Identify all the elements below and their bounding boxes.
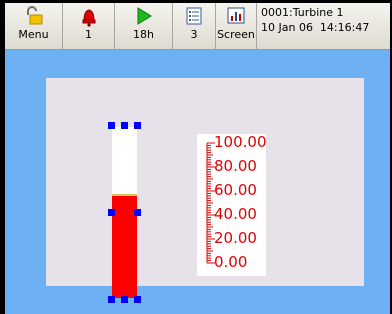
scale: 100.00 80.00 60.00 40.00 20.00 0.00 — [197, 133, 267, 276]
list-icon — [185, 3, 203, 29]
pages-button[interactable]: 3 — [173, 3, 216, 49]
selection-handle[interactable] — [121, 122, 128, 129]
date-time: 10 Jan 06 14:16:47 — [261, 21, 370, 34]
scale-label: 60.00 — [214, 181, 257, 199]
scale-label: 20.00 — [214, 229, 257, 247]
screen-label: Screen — [217, 28, 255, 41]
selection-handle[interactable] — [108, 209, 115, 216]
main-display: 100.00 80.00 60.00 40.00 20.00 0.00 — [5, 50, 390, 314]
alarms-count: 1 — [85, 28, 92, 41]
toolbar: Menu 1 18h 3 Screen 0001:Turbine 1 10 Ja… — [5, 3, 390, 50]
status-area: 0001:Turbine 1 10 Jan 06 14:16:47 — [261, 5, 369, 35]
selection-handle[interactable] — [108, 296, 115, 303]
scale-label: 100.00 — [214, 133, 267, 151]
alarms-button[interactable]: 1 — [63, 3, 115, 49]
selection-handle[interactable] — [108, 122, 115, 129]
alarm-bell-icon — [78, 3, 100, 29]
screen-button[interactable]: Screen — [216, 3, 257, 49]
duration-label: 18h — [133, 28, 154, 41]
selection-handle[interactable] — [134, 209, 141, 216]
pages-label: 3 — [190, 28, 198, 41]
scale-label: 80.00 — [214, 157, 257, 175]
bar-empty-section — [112, 127, 137, 196]
selection-handle[interactable] — [134, 122, 141, 129]
duration-button[interactable]: 18h — [115, 3, 173, 49]
bar-graph-panel: 100.00 80.00 60.00 40.00 20.00 0.00 — [46, 78, 364, 303]
selection-handle[interactable] — [121, 296, 128, 303]
play-icon — [134, 3, 154, 29]
device-name: 0001:Turbine 1 — [261, 6, 344, 19]
scale-label: 40.00 — [214, 205, 257, 223]
selection-handle[interactable] — [134, 296, 141, 303]
screen-chart-icon — [226, 3, 246, 29]
padlock-icon — [23, 3, 45, 29]
level-marker — [112, 194, 137, 197]
scale-label: 0.00 — [214, 253, 248, 271]
app-window: Menu 1 18h 3 Screen 0001:Turbine 1 10 Ja… — [0, 0, 392, 314]
menu-button[interactable]: Menu — [5, 3, 63, 49]
menu-label: Menu — [18, 28, 49, 41]
